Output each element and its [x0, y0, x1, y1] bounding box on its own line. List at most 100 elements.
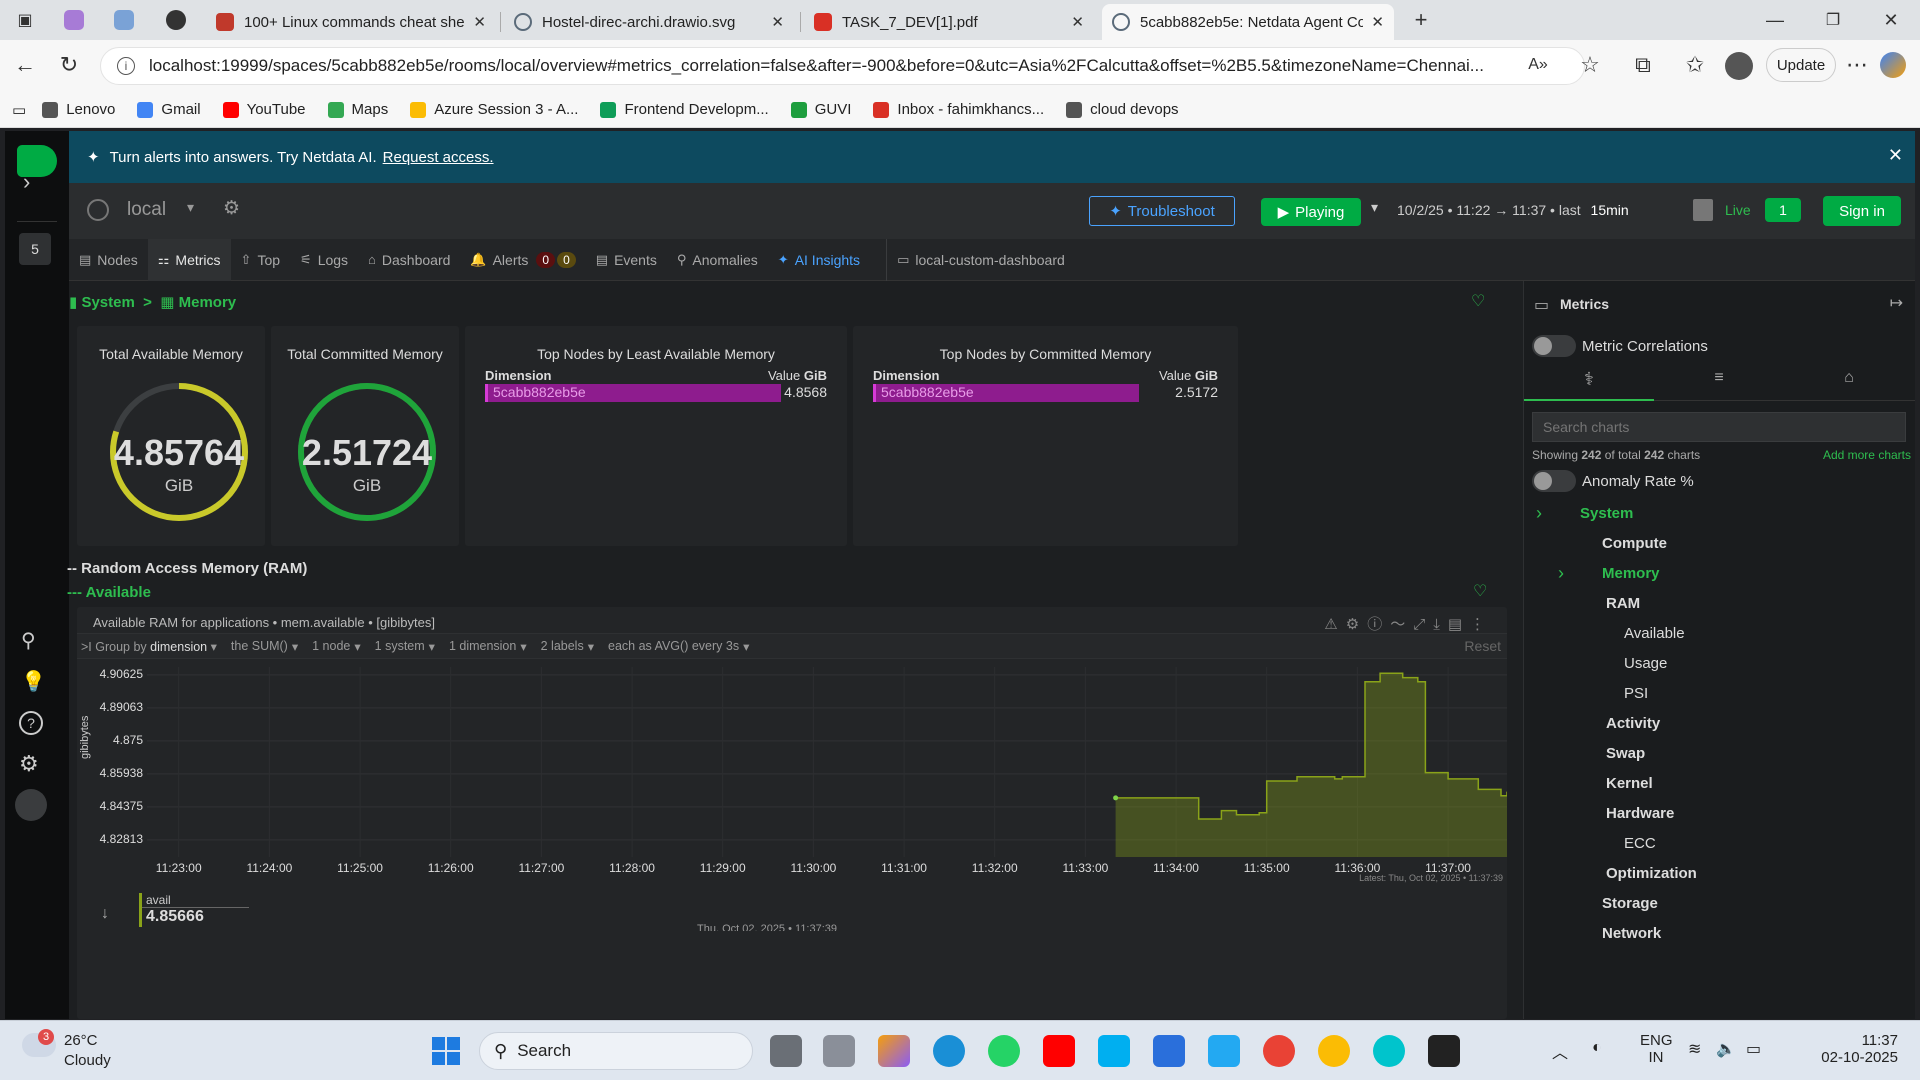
- tree-item-ecc[interactable]: ECC: [1624, 835, 1656, 852]
- language-indicator[interactable]: ENG IN: [1640, 1032, 1673, 1066]
- volume-icon[interactable]: 🔈: [1716, 1039, 1736, 1059]
- request-access-link[interactable]: Request access.: [383, 149, 494, 166]
- tab-ai-insights[interactable]: ✦ AI Insights: [768, 239, 870, 281]
- expand-chevron-icon[interactable]: ›: [23, 169, 30, 195]
- tab-dashboard[interactable]: ⌂ Dashboard: [358, 239, 460, 281]
- restore-icon[interactable]: ❐: [1818, 5, 1848, 35]
- tree-item-optimization[interactable]: Optimization: [1606, 865, 1697, 882]
- tab-events[interactable]: ▤ Events: [586, 239, 667, 281]
- time-aggregation-control[interactable]: each as AVG() every 3s: [608, 639, 739, 653]
- anomaly-rate-toggle[interactable]: [1532, 470, 1576, 492]
- bookmark-item[interactable]: Gmail: [137, 101, 201, 118]
- help-icon[interactable]: ?: [19, 711, 43, 735]
- browser-tab-1[interactable]: 100+ Linux commands cheat shee ✕: [206, 4, 496, 40]
- playing-dropdown-icon[interactable]: ▾: [1371, 199, 1378, 216]
- youtube-app-icon[interactable]: [1043, 1035, 1075, 1067]
- chrome-icon[interactable]: [1318, 1035, 1350, 1067]
- live-node-count[interactable]: 1: [1765, 198, 1801, 222]
- profile-avatar[interactable]: [1725, 52, 1753, 80]
- aggregation-control[interactable]: the SUM(): [231, 639, 288, 653]
- tree-item-system[interactable]: System: [1580, 505, 1633, 522]
- heart-icon[interactable]: ♡: [1473, 581, 1487, 601]
- tree-item-activity[interactable]: Activity: [1606, 715, 1660, 732]
- chevron-right-icon[interactable]: ›: [1558, 563, 1564, 584]
- tree-item-available[interactable]: Available: [1624, 625, 1685, 642]
- tab-logs[interactable]: ⚟ Logs: [290, 239, 358, 281]
- tree-item-usage[interactable]: Usage: [1624, 655, 1667, 672]
- chevron-right-icon[interactable]: ›: [1536, 503, 1542, 524]
- tab-alerts[interactable]: 🔔 Alerts 0 0: [460, 239, 585, 281]
- pinned-tab-icon[interactable]: [114, 10, 134, 30]
- labels-filter[interactable]: 2 labels: [541, 639, 584, 653]
- banner-close-icon[interactable]: ✕: [1888, 145, 1903, 166]
- task-view-icon[interactable]: [770, 1035, 802, 1067]
- breadcrumb-system[interactable]: System: [81, 294, 134, 311]
- tree-item-storage[interactable]: Storage: [1602, 895, 1658, 912]
- nodes-panel-icon[interactable]: [1693, 199, 1713, 221]
- temperature[interactable]: 26°C: [64, 1032, 98, 1049]
- chrome-profile-icon[interactable]: [1263, 1035, 1295, 1067]
- bookmark-item[interactable]: cloud devops: [1066, 101, 1179, 118]
- skype-icon[interactable]: [1098, 1035, 1130, 1067]
- breadcrumb-memory[interactable]: Memory: [179, 294, 237, 311]
- tree-item-compute[interactable]: Compute: [1602, 535, 1667, 552]
- clock[interactable]: 11:37 02-10-2025: [1808, 1032, 1898, 1066]
- taskbar-search[interactable]: ⚲ Search: [479, 1032, 753, 1070]
- update-button[interactable]: Update: [1766, 48, 1836, 82]
- bookmark-item[interactable]: Azure Session 3 - A...: [410, 101, 578, 118]
- node-bar[interactable]: 5cabb882eb5e: [873, 384, 1139, 402]
- bookmark-item[interactable]: Frontend Developm...: [600, 101, 769, 118]
- browser-tab-active[interactable]: 5cabb882eb5e: Netdata Agent Co ✕: [1102, 4, 1394, 40]
- copilot-icon[interactable]: [1880, 52, 1906, 78]
- wifi-icon[interactable]: ≋: [1688, 1039, 1701, 1059]
- address-bar[interactable]: i localhost:19999/spaces/5cabb882eb5e/ro…: [100, 47, 1585, 85]
- tree-item-memory[interactable]: Memory: [1602, 565, 1660, 582]
- group-by-control[interactable]: >I Group by dimension ▾: [81, 639, 217, 654]
- window-close-icon[interactable]: ✕: [1876, 5, 1906, 35]
- copilot-app-icon[interactable]: [878, 1035, 910, 1067]
- close-icon[interactable]: ✕: [771, 13, 784, 31]
- sidebar-toggle-icon[interactable]: ▭: [12, 101, 26, 119]
- legend-item[interactable]: avail 4.85666: [139, 893, 249, 927]
- notepad-icon[interactable]: [1153, 1035, 1185, 1067]
- new-tab-icon[interactable]: +: [1406, 5, 1436, 35]
- bookmark-item[interactable]: YouTube: [222, 101, 306, 118]
- tree-item-psi[interactable]: PSI: [1624, 685, 1648, 702]
- reset-button[interactable]: Reset: [1464, 638, 1501, 654]
- space-badge[interactable]: 5: [19, 233, 51, 265]
- bookmark-item[interactable]: GUVI: [790, 101, 851, 118]
- time-range[interactable]: 10/2/25 • 11:22 → 11:37 • last 15min: [1397, 202, 1629, 218]
- close-icon[interactable]: ✕: [1371, 13, 1384, 31]
- user-avatar-icon[interactable]: [15, 789, 47, 821]
- workspace-icon[interactable]: [64, 10, 84, 30]
- heart-icon[interactable]: ♡: [1471, 291, 1485, 311]
- tree-item-ram[interactable]: RAM: [1606, 595, 1640, 612]
- troubleshoot-button[interactable]: ✦ Troubleshoot: [1089, 196, 1235, 226]
- start-windows-icon[interactable]: [432, 1037, 460, 1065]
- url-text[interactable]: localhost:19999/spaces/5cabb882eb5e/room…: [149, 56, 1529, 76]
- dimension-filter[interactable]: 1 dimension: [449, 639, 516, 653]
- tree-item-network[interactable]: Network: [1602, 925, 1661, 942]
- tray-chevron-icon[interactable]: ︿: [1552, 1039, 1568, 1063]
- tab-metrics[interactable]: ⚏ Metrics: [147, 238, 231, 281]
- tree-item-kernel[interactable]: Kernel: [1606, 775, 1653, 792]
- close-icon[interactable]: ✕: [1071, 13, 1084, 31]
- bookmark-item[interactable]: Maps: [327, 101, 388, 118]
- lightbulb-icon[interactable]: 💡: [21, 669, 46, 694]
- favorite-star-icon[interactable]: ☆: [1575, 50, 1605, 80]
- room-dropdown-icon[interactable]: ▾: [187, 199, 194, 216]
- node-bar[interactable]: 5cabb882eb5e: [485, 384, 781, 402]
- minimize-icon[interactable]: —: [1760, 5, 1790, 35]
- github-icon[interactable]: [166, 10, 186, 30]
- room-name[interactable]: local: [127, 199, 166, 221]
- tab-local-custom-dashboard[interactable]: ▭ local-custom-dashboard: [886, 238, 1075, 281]
- bookmark-item[interactable]: Inbox - fahimkhancs...: [873, 101, 1044, 118]
- network-status-icon[interactable]: ◐: [1592, 1039, 1602, 1057]
- read-aloud-icon[interactable]: A»: [1523, 50, 1553, 80]
- more-menu-icon[interactable]: ⋯: [1842, 50, 1872, 80]
- system-filter[interactable]: 1 system: [375, 639, 425, 653]
- battery-icon[interactable]: ▭: [1746, 1039, 1761, 1059]
- chart-toolbar-icons[interactable]: ⚠⚙ⓘ〜⤢⤓▤⋮: [1324, 613, 1493, 634]
- favorites-icon[interactable]: ✩: [1680, 50, 1710, 80]
- browser-tab-3[interactable]: TASK_7_DEV[1].pdf ✕: [804, 4, 1094, 40]
